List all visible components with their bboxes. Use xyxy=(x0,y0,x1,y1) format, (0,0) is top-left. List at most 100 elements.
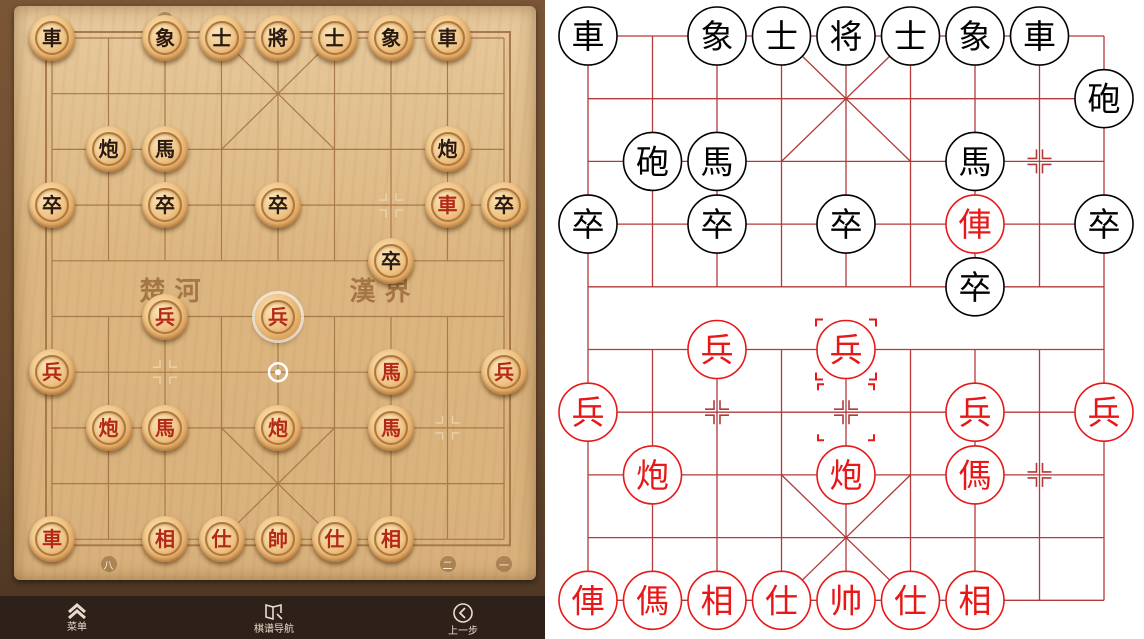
piece-character: 兵 xyxy=(494,360,514,385)
piece-character: 仕 xyxy=(894,581,927,620)
red-diagram-piece[interactable]: 兵 xyxy=(945,382,1005,443)
red-piece[interactable]: 相 xyxy=(142,516,188,563)
black-diagram-piece[interactable]: 卒 xyxy=(1074,194,1134,254)
red-diagram-piece[interactable]: 俥 xyxy=(945,194,1005,254)
black-piece[interactable]: 炮 xyxy=(424,126,471,173)
black-diagram-piece[interactable]: 馬 xyxy=(945,131,1005,192)
red-diagram-piece[interactable]: 炮 xyxy=(622,445,683,505)
piece-character: 馬 xyxy=(155,415,175,440)
piece-character: 兵 xyxy=(268,304,288,329)
black-diagram-piece[interactable]: 砲 xyxy=(1074,68,1134,129)
black-diagram-piece[interactable]: 象 xyxy=(687,6,747,66)
black-diagram-piece[interactable]: 将 xyxy=(816,6,876,66)
selection-highlight-corner xyxy=(869,372,877,381)
piece-character: 象 xyxy=(701,17,734,56)
position-marker-stroke xyxy=(169,360,177,368)
red-piece[interactable]: 車 xyxy=(29,516,75,563)
selection-highlight-corner xyxy=(869,318,877,327)
position-marker-stroke xyxy=(435,432,444,440)
red-piece[interactable]: 兵 xyxy=(29,349,75,396)
piece-character: 卒 xyxy=(830,205,863,244)
red-piece[interactable]: 仕 xyxy=(311,516,358,563)
black-piece[interactable]: 炮 xyxy=(85,126,132,173)
piece-character: 相 xyxy=(381,527,401,552)
book-icon xyxy=(265,603,283,621)
position-marker-stroke xyxy=(395,209,403,218)
red-piece[interactable]: 炮 xyxy=(255,404,301,451)
black-piece[interactable]: 車 xyxy=(29,15,75,61)
red-diagram-piece[interactable]: 仕 xyxy=(751,570,812,631)
black-piece[interactable]: 士 xyxy=(198,15,245,61)
red-piece[interactable]: 兵 xyxy=(142,293,188,340)
position-marker-stroke xyxy=(1027,462,1038,473)
black-piece[interactable]: 象 xyxy=(142,15,188,61)
red-piece[interactable]: 兵 xyxy=(255,293,301,340)
red-diagram-piece[interactable]: 相 xyxy=(687,570,747,631)
red-diagram-piece[interactable]: 傌 xyxy=(622,570,683,631)
position-marker-stroke xyxy=(153,376,161,385)
red-diagram-piece[interactable]: 兵 xyxy=(558,382,618,443)
red-piece[interactable]: 炮 xyxy=(85,404,132,451)
red-diagram-piece[interactable]: 兵 xyxy=(687,319,747,380)
black-diagram-piece[interactable]: 砲 xyxy=(622,131,683,192)
piece-character: 馬 xyxy=(155,137,175,162)
black-piece[interactable]: 卒 xyxy=(255,182,301,229)
red-piece[interactable]: 相 xyxy=(368,516,414,563)
black-diagram-piece[interactable]: 卒 xyxy=(687,194,747,254)
black-piece[interactable]: 車 xyxy=(424,15,471,61)
black-diagram-piece[interactable]: 象 xyxy=(945,6,1005,66)
piece-character: 象 xyxy=(155,26,175,50)
red-diagram-piece[interactable]: 兵 xyxy=(1074,382,1134,443)
black-piece[interactable]: 卒 xyxy=(142,182,188,229)
red-piece[interactable]: 帥 xyxy=(255,516,301,563)
piece-character: 象 xyxy=(381,26,401,50)
move-origin-dot xyxy=(275,369,281,376)
black-piece[interactable]: 將 xyxy=(255,15,301,61)
back-circle-icon xyxy=(453,603,473,623)
navigator-button[interactable]: 棋谱导航 xyxy=(219,596,329,639)
red-diagram-piece[interactable]: 帅 xyxy=(816,570,876,631)
black-piece[interactable]: 卒 xyxy=(29,182,75,229)
black-diagram-piece[interactable]: 士 xyxy=(880,6,941,66)
red-piece[interactable]: 車 xyxy=(424,182,471,229)
piece-character: 將 xyxy=(268,26,288,50)
position-marker-stroke xyxy=(379,209,387,218)
piece-character: 士 xyxy=(894,17,927,56)
position-marker-stroke xyxy=(1041,149,1052,160)
red-diagram-piece[interactable]: 兵 xyxy=(816,319,876,380)
red-diagram-piece[interactable]: 仕 xyxy=(880,570,941,631)
red-piece[interactable]: 馬 xyxy=(368,404,414,451)
black-diagram-piece[interactable]: 卒 xyxy=(945,256,1005,317)
menu-button[interactable]: 菜单 xyxy=(22,596,132,639)
black-piece[interactable]: 象 xyxy=(368,15,414,61)
red-diagram-piece[interactable]: 俥 xyxy=(558,570,618,631)
red-piece[interactable]: 馬 xyxy=(142,404,188,451)
red-diagram-piece[interactable]: 炮 xyxy=(816,445,876,505)
position-marker-stroke xyxy=(435,415,444,424)
black-diagram-piece[interactable]: 車 xyxy=(1009,6,1070,66)
piece-character: 仕 xyxy=(765,581,798,620)
piece-character: 馬 xyxy=(381,360,401,385)
black-diagram-piece[interactable]: 卒 xyxy=(816,194,876,254)
red-piece[interactable]: 馬 xyxy=(368,349,414,396)
undo-button[interactable]: 上一步 xyxy=(408,596,518,639)
black-diagram-piece[interactable]: 車 xyxy=(558,6,618,66)
black-diagram-piece[interactable]: 士 xyxy=(751,6,812,66)
piece-character: 卒 xyxy=(1088,205,1121,244)
red-piece[interactable]: 仕 xyxy=(198,516,245,563)
position-marker-stroke xyxy=(719,414,729,425)
black-piece[interactable]: 卒 xyxy=(481,182,527,229)
black-piece[interactable]: 卒 xyxy=(368,237,414,284)
undo-label: 上一步 xyxy=(448,626,478,637)
black-diagram-piece[interactable]: 卒 xyxy=(558,194,618,254)
piece-character: 卒 xyxy=(155,193,175,218)
black-piece[interactable]: 士 xyxy=(311,15,358,61)
black-diagram-piece[interactable]: 馬 xyxy=(687,131,747,192)
red-diagram-piece[interactable]: 傌 xyxy=(945,445,1005,505)
piece-character: 将 xyxy=(830,17,863,56)
red-piece[interactable]: 兵 xyxy=(481,349,527,396)
position-marker-stroke xyxy=(451,415,460,424)
position-marker-stroke xyxy=(1041,477,1052,487)
piece-character: 砲 xyxy=(1088,80,1121,119)
red-diagram-piece[interactable]: 相 xyxy=(945,570,1005,631)
